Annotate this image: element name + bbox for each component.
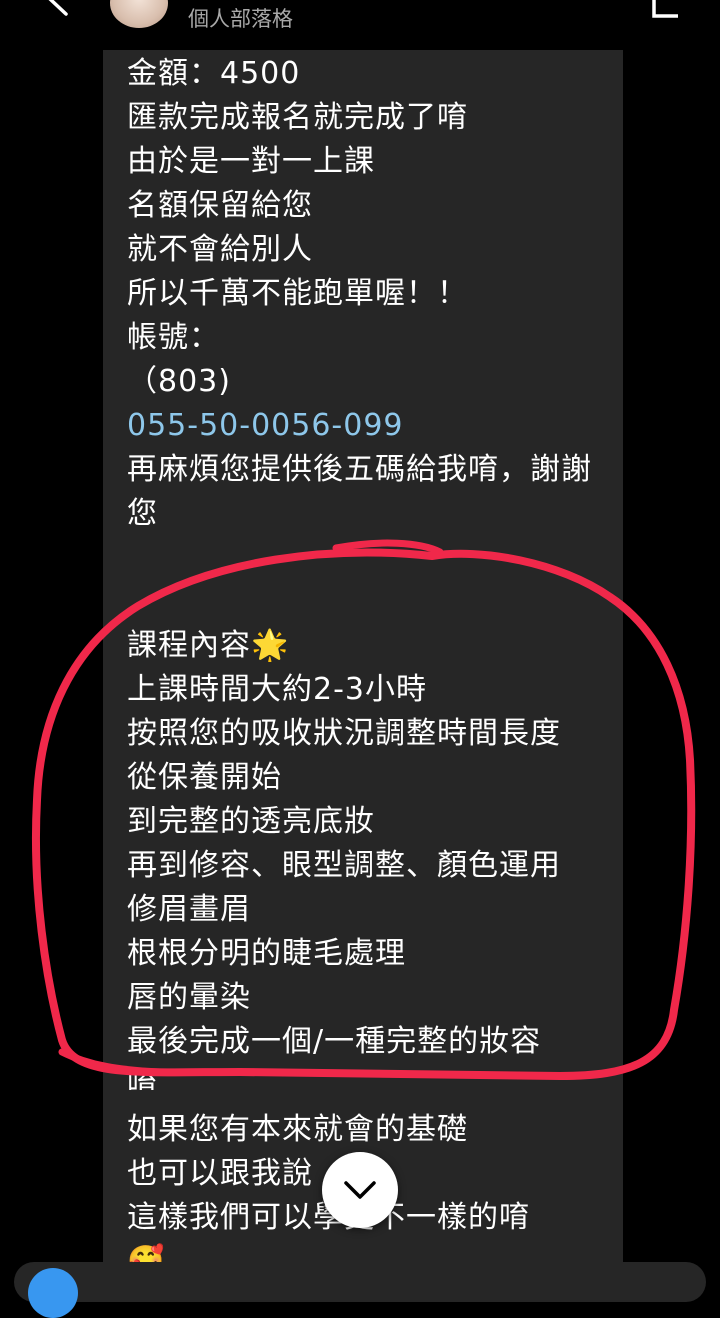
course-line: 唇的暈染 <box>127 980 251 1015</box>
course-line: 到完整的透亮底妝 <box>127 804 375 839</box>
course-line: 再到修容、眼型調整、顏色運用 <box>127 848 561 883</box>
scroll-to-bottom-button[interactable] <box>322 1152 398 1228</box>
course-line: 最後完成一個/一種完整的妝容 <box>127 1024 542 1059</box>
message-line: 名額保留給您 <box>127 188 313 223</box>
course-line: 上課時間大約2-3小時 <box>127 672 427 707</box>
course-line: 修眉畫眉 <box>127 892 251 927</box>
chat-header: 個人部落格 <box>0 0 720 50</box>
message-line: 帳號： <box>127 320 220 355</box>
course-title: 課程內容🌟 <box>127 624 617 668</box>
message-line: 匯款完成報名就完成了唷 <box>127 100 468 135</box>
course-title-text: 課程內容 <box>127 628 251 663</box>
course-line: 從保養開始 <box>127 760 282 795</box>
message-bubble: 金額：4500 匯款完成報名就完成了唷 由於是一對一上課 名額保留給您 就不會給… <box>103 50 623 1280</box>
header-subtitle: 個人部落格 <box>188 7 293 31</box>
message-text: 金額：4500 匯款完成報名就完成了唷 由於是一對一上課 名額保留給您 就不會給… <box>127 50 617 1280</box>
avatar[interactable] <box>110 0 168 28</box>
message-line: 如果您有本來就會的基礎 <box>127 1112 468 1147</box>
message-composer[interactable] <box>14 1262 706 1302</box>
flag-icon[interactable] <box>648 0 684 18</box>
message-line: 再麻煩您提供後五碼給我唷，謝謝您 <box>127 452 592 531</box>
message-line: 所以千萬不能跑單喔！！ <box>127 276 468 311</box>
course-line: 根根分明的睫毛處理 <box>127 936 406 971</box>
message-line: （803) <box>127 364 231 399</box>
message-line: 由於是一對一上課 <box>127 144 375 179</box>
chevron-down-icon <box>344 1181 376 1199</box>
course-line: 唷 <box>127 1068 158 1090</box>
message-line: 就不會給別人 <box>127 232 313 267</box>
chevron-left-icon[interactable] <box>40 0 74 16</box>
course-line: 按照您的吸收狀況調整時間長度 <box>127 716 561 751</box>
account-number-link[interactable]: 055-50-0056-099 <box>127 404 617 448</box>
message-line: 金額：4500 <box>127 56 301 91</box>
camera-button[interactable] <box>28 1268 78 1318</box>
star-emoji: 🌟 <box>251 628 290 663</box>
